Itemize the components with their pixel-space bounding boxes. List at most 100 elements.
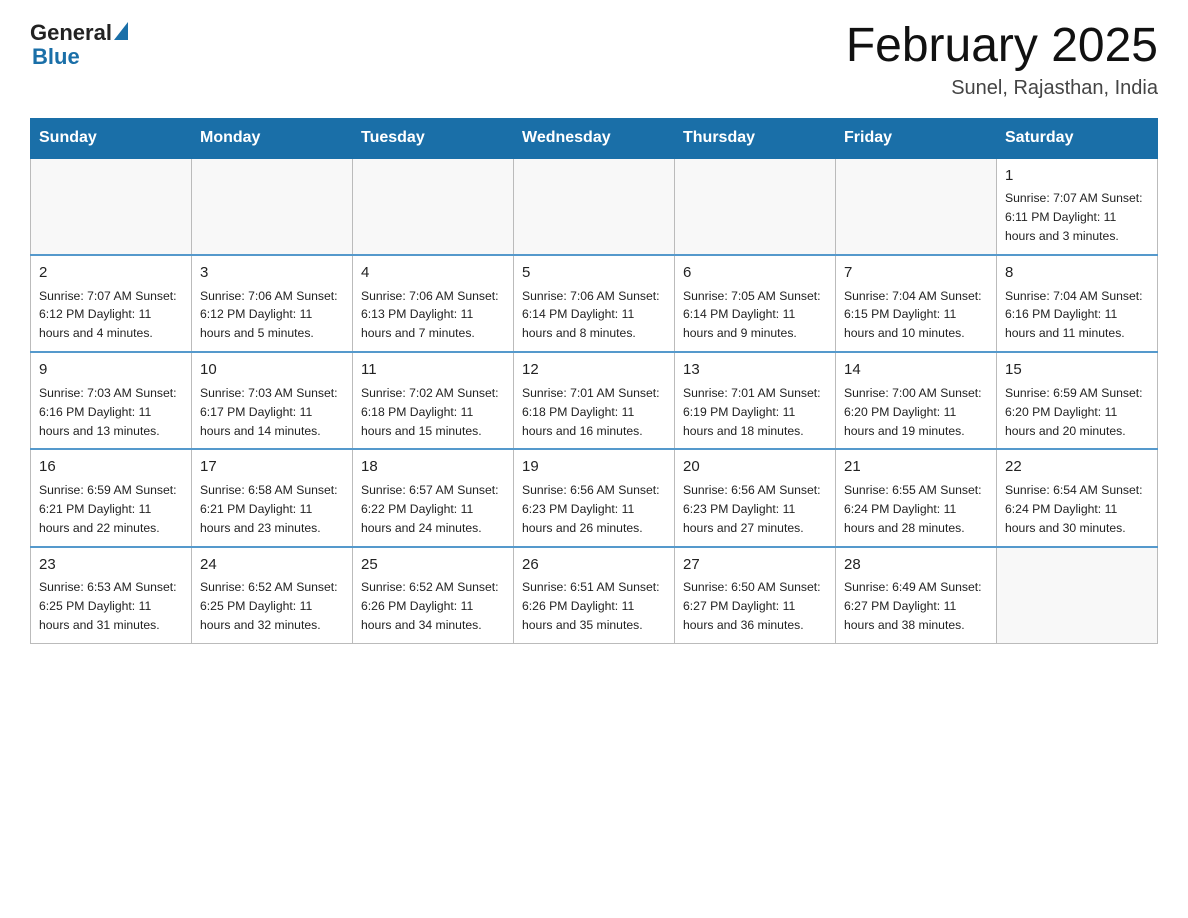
logo-triangle-icon xyxy=(114,22,128,40)
day-info: Sunrise: 7:04 AM Sunset: 6:16 PM Dayligh… xyxy=(1005,287,1149,344)
calendar-table: SundayMondayTuesdayWednesdayThursdayFrid… xyxy=(30,118,1158,644)
logo-blue-text: Blue xyxy=(32,44,80,70)
calendar-cell: 17Sunrise: 6:58 AM Sunset: 6:21 PM Dayli… xyxy=(192,449,353,546)
calendar-week-row: 16Sunrise: 6:59 AM Sunset: 6:21 PM Dayli… xyxy=(31,449,1158,546)
calendar-cell xyxy=(836,158,997,255)
calendar-cell: 12Sunrise: 7:01 AM Sunset: 6:18 PM Dayli… xyxy=(514,352,675,449)
day-info: Sunrise: 6:55 AM Sunset: 6:24 PM Dayligh… xyxy=(844,481,988,538)
day-number: 1 xyxy=(1005,165,1149,188)
day-info: Sunrise: 6:58 AM Sunset: 6:21 PM Dayligh… xyxy=(200,481,344,538)
day-header-monday: Monday xyxy=(192,118,353,158)
day-info: Sunrise: 6:49 AM Sunset: 6:27 PM Dayligh… xyxy=(844,578,988,635)
day-info: Sunrise: 7:06 AM Sunset: 6:14 PM Dayligh… xyxy=(522,287,666,344)
calendar-header-row: SundayMondayTuesdayWednesdayThursdayFrid… xyxy=(31,118,1158,158)
day-info: Sunrise: 7:05 AM Sunset: 6:14 PM Dayligh… xyxy=(683,287,827,344)
calendar-cell: 9Sunrise: 7:03 AM Sunset: 6:16 PM Daylig… xyxy=(31,352,192,449)
day-number: 24 xyxy=(200,554,344,577)
calendar-cell: 15Sunrise: 6:59 AM Sunset: 6:20 PM Dayli… xyxy=(997,352,1158,449)
day-number: 2 xyxy=(39,262,183,285)
title-section: February 2025 Sunel, Rajasthan, India xyxy=(846,20,1158,100)
day-info: Sunrise: 7:00 AM Sunset: 6:20 PM Dayligh… xyxy=(844,384,988,441)
calendar-cell: 22Sunrise: 6:54 AM Sunset: 6:24 PM Dayli… xyxy=(997,449,1158,546)
day-number: 9 xyxy=(39,359,183,382)
day-info: Sunrise: 6:51 AM Sunset: 6:26 PM Dayligh… xyxy=(522,578,666,635)
day-info: Sunrise: 7:03 AM Sunset: 6:16 PM Dayligh… xyxy=(39,384,183,441)
calendar-cell xyxy=(675,158,836,255)
day-number: 4 xyxy=(361,262,505,285)
day-number: 7 xyxy=(844,262,988,285)
day-number: 15 xyxy=(1005,359,1149,382)
logo: General Blue xyxy=(30,20,128,70)
day-number: 19 xyxy=(522,456,666,479)
day-number: 22 xyxy=(1005,456,1149,479)
day-header-friday: Friday xyxy=(836,118,997,158)
day-info: Sunrise: 7:06 AM Sunset: 6:12 PM Dayligh… xyxy=(200,287,344,344)
calendar-cell: 14Sunrise: 7:00 AM Sunset: 6:20 PM Dayli… xyxy=(836,352,997,449)
day-number: 10 xyxy=(200,359,344,382)
calendar-cell: 8Sunrise: 7:04 AM Sunset: 6:16 PM Daylig… xyxy=(997,255,1158,352)
calendar-cell: 10Sunrise: 7:03 AM Sunset: 6:17 PM Dayli… xyxy=(192,352,353,449)
day-info: Sunrise: 7:06 AM Sunset: 6:13 PM Dayligh… xyxy=(361,287,505,344)
day-info: Sunrise: 6:59 AM Sunset: 6:20 PM Dayligh… xyxy=(1005,384,1149,441)
calendar-cell: 28Sunrise: 6:49 AM Sunset: 6:27 PM Dayli… xyxy=(836,547,997,644)
day-info: Sunrise: 6:52 AM Sunset: 6:26 PM Dayligh… xyxy=(361,578,505,635)
day-info: Sunrise: 6:56 AM Sunset: 6:23 PM Dayligh… xyxy=(522,481,666,538)
day-info: Sunrise: 6:54 AM Sunset: 6:24 PM Dayligh… xyxy=(1005,481,1149,538)
calendar-cell xyxy=(192,158,353,255)
page-header: General Blue February 2025 Sunel, Rajast… xyxy=(30,20,1158,100)
day-number: 17 xyxy=(200,456,344,479)
day-number: 13 xyxy=(683,359,827,382)
calendar-week-row: 9Sunrise: 7:03 AM Sunset: 6:16 PM Daylig… xyxy=(31,352,1158,449)
day-number: 11 xyxy=(361,359,505,382)
calendar-cell: 18Sunrise: 6:57 AM Sunset: 6:22 PM Dayli… xyxy=(353,449,514,546)
day-number: 3 xyxy=(200,262,344,285)
calendar-week-row: 1Sunrise: 7:07 AM Sunset: 6:11 PM Daylig… xyxy=(31,158,1158,255)
day-info: Sunrise: 7:04 AM Sunset: 6:15 PM Dayligh… xyxy=(844,287,988,344)
day-number: 18 xyxy=(361,456,505,479)
calendar-cell: 26Sunrise: 6:51 AM Sunset: 6:26 PM Dayli… xyxy=(514,547,675,644)
calendar-week-row: 2Sunrise: 7:07 AM Sunset: 6:12 PM Daylig… xyxy=(31,255,1158,352)
day-info: Sunrise: 7:07 AM Sunset: 6:12 PM Dayligh… xyxy=(39,287,183,344)
calendar-cell: 20Sunrise: 6:56 AM Sunset: 6:23 PM Dayli… xyxy=(675,449,836,546)
day-info: Sunrise: 6:59 AM Sunset: 6:21 PM Dayligh… xyxy=(39,481,183,538)
calendar-cell: 21Sunrise: 6:55 AM Sunset: 6:24 PM Dayli… xyxy=(836,449,997,546)
day-number: 27 xyxy=(683,554,827,577)
day-info: Sunrise: 6:57 AM Sunset: 6:22 PM Dayligh… xyxy=(361,481,505,538)
day-info: Sunrise: 6:53 AM Sunset: 6:25 PM Dayligh… xyxy=(39,578,183,635)
day-number: 5 xyxy=(522,262,666,285)
day-info: Sunrise: 7:07 AM Sunset: 6:11 PM Dayligh… xyxy=(1005,189,1149,246)
calendar-cell: 24Sunrise: 6:52 AM Sunset: 6:25 PM Dayli… xyxy=(192,547,353,644)
day-number: 20 xyxy=(683,456,827,479)
day-header-sunday: Sunday xyxy=(31,118,192,158)
calendar-week-row: 23Sunrise: 6:53 AM Sunset: 6:25 PM Dayli… xyxy=(31,547,1158,644)
calendar-cell xyxy=(353,158,514,255)
day-number: 14 xyxy=(844,359,988,382)
calendar-cell: 23Sunrise: 6:53 AM Sunset: 6:25 PM Dayli… xyxy=(31,547,192,644)
day-info: Sunrise: 7:02 AM Sunset: 6:18 PM Dayligh… xyxy=(361,384,505,441)
calendar-cell xyxy=(514,158,675,255)
day-header-saturday: Saturday xyxy=(997,118,1158,158)
day-number: 8 xyxy=(1005,262,1149,285)
day-header-tuesday: Tuesday xyxy=(353,118,514,158)
calendar-cell: 25Sunrise: 6:52 AM Sunset: 6:26 PM Dayli… xyxy=(353,547,514,644)
day-number: 21 xyxy=(844,456,988,479)
location-subtitle: Sunel, Rajasthan, India xyxy=(846,77,1158,100)
day-info: Sunrise: 6:50 AM Sunset: 6:27 PM Dayligh… xyxy=(683,578,827,635)
day-info: Sunrise: 6:52 AM Sunset: 6:25 PM Dayligh… xyxy=(200,578,344,635)
day-number: 26 xyxy=(522,554,666,577)
calendar-cell: 11Sunrise: 7:02 AM Sunset: 6:18 PM Dayli… xyxy=(353,352,514,449)
day-number: 12 xyxy=(522,359,666,382)
calendar-cell: 13Sunrise: 7:01 AM Sunset: 6:19 PM Dayli… xyxy=(675,352,836,449)
calendar-cell: 2Sunrise: 7:07 AM Sunset: 6:12 PM Daylig… xyxy=(31,255,192,352)
calendar-cell: 7Sunrise: 7:04 AM Sunset: 6:15 PM Daylig… xyxy=(836,255,997,352)
calendar-cell: 16Sunrise: 6:59 AM Sunset: 6:21 PM Dayli… xyxy=(31,449,192,546)
month-title: February 2025 xyxy=(846,20,1158,73)
calendar-cell: 5Sunrise: 7:06 AM Sunset: 6:14 PM Daylig… xyxy=(514,255,675,352)
day-info: Sunrise: 6:56 AM Sunset: 6:23 PM Dayligh… xyxy=(683,481,827,538)
calendar-cell xyxy=(997,547,1158,644)
day-header-wednesday: Wednesday xyxy=(514,118,675,158)
day-number: 16 xyxy=(39,456,183,479)
calendar-cell xyxy=(31,158,192,255)
calendar-cell: 1Sunrise: 7:07 AM Sunset: 6:11 PM Daylig… xyxy=(997,158,1158,255)
calendar-cell: 6Sunrise: 7:05 AM Sunset: 6:14 PM Daylig… xyxy=(675,255,836,352)
